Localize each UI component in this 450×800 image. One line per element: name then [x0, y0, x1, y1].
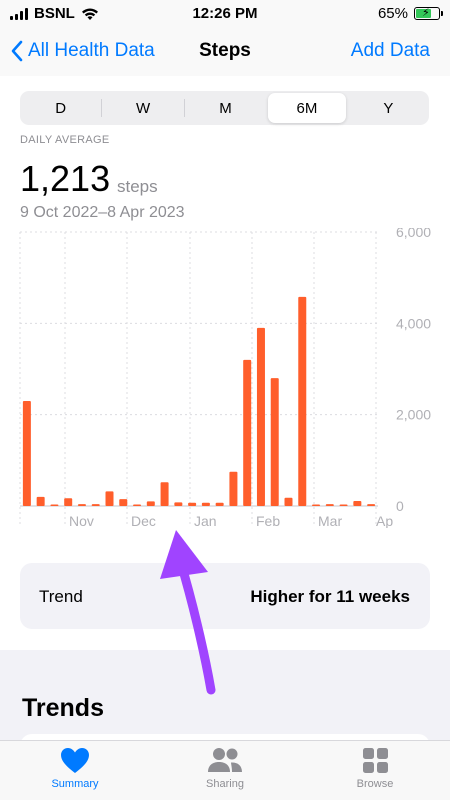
bar [201, 502, 210, 506]
back-button-label: All Health Data [28, 40, 155, 61]
range-tab-y[interactable]: Y [350, 93, 427, 123]
date-range: 9 Oct 2022–8 Apr 2023 [20, 204, 185, 221]
back-button[interactable]: All Health Data [10, 40, 155, 62]
bar [367, 504, 376, 506]
bar [298, 296, 307, 506]
tab-browse[interactable]: Browse [300, 741, 450, 800]
segment-divider [101, 99, 103, 117]
bar [22, 400, 31, 506]
people-icon [208, 748, 242, 772]
steps-card: D W M 6M Y DAILY AVERAGE 1,213 steps 9 O… [0, 76, 450, 650]
trend-row[interactable]: Trend Higher for 11 weeks [20, 563, 430, 629]
y-tick-label: 2,000 [396, 407, 431, 423]
bar [160, 482, 169, 506]
tab-summary-label: Summary [51, 778, 99, 790]
daily-average-unit: steps [117, 177, 158, 196]
bar [36, 496, 45, 506]
battery-percent: 65% [377, 5, 408, 22]
grid-icon [362, 748, 388, 773]
segment-divider [183, 99, 185, 117]
trend-label: Trend [39, 587, 83, 606]
range-tab-m[interactable]: M [187, 93, 264, 123]
heart-icon [61, 748, 89, 773]
steps-bar-chart[interactable]: 6,000 4,000 2,000 0 Nov Dec Jan Feb Mar Ap [0, 228, 450, 528]
bar [133, 504, 142, 506]
daily-average-value: 1,213 [20, 158, 111, 199]
bar [215, 502, 224, 506]
tab-bar: Summary Sharing Browse [0, 740, 450, 800]
bar [312, 504, 321, 506]
tab-sharing[interactable]: Sharing [150, 741, 300, 800]
trend-value: Higher for 11 weeks [250, 587, 410, 606]
navigation-bar: All Health Data Steps Add Data [0, 28, 450, 76]
add-data-button[interactable]: Add Data [351, 40, 430, 62]
status-bar: BSNL 12:26 PM 65% ⚡ [0, 0, 450, 28]
x-tick-label: Jan [194, 513, 217, 528]
y-tick-label: 4,000 [396, 315, 431, 331]
status-right: 65% ⚡ [377, 5, 443, 22]
y-tick-label: 6,000 [396, 228, 431, 240]
chevron-left-icon [11, 40, 23, 62]
tab-sharing-label: Sharing [206, 778, 244, 790]
bar [229, 471, 238, 506]
bar [353, 500, 362, 506]
bar [270, 378, 279, 506]
x-tick-label: Dec [131, 513, 156, 528]
bar [243, 359, 252, 506]
bar [256, 327, 265, 506]
range-segmented-control: D W M 6M Y [20, 91, 429, 125]
range-tab-6m[interactable]: 6M [268, 93, 346, 123]
bar [284, 497, 293, 506]
daily-average-label: DAILY AVERAGE [20, 134, 110, 146]
x-tick-label: Feb [256, 513, 280, 528]
tab-summary[interactable]: Summary [0, 741, 150, 800]
tab-browse-label: Browse [356, 778, 394, 790]
bar [50, 504, 59, 506]
range-tab-d[interactable]: D [22, 93, 99, 123]
range-tab-w[interactable]: W [104, 93, 181, 123]
bar [119, 499, 128, 506]
x-tick-label: Nov [69, 513, 94, 528]
bar [188, 502, 197, 506]
bar [77, 504, 86, 506]
bar [146, 501, 155, 506]
bar [91, 504, 100, 506]
bar [64, 498, 73, 506]
x-tick-label: Mar [318, 513, 342, 528]
y-tick-label: 0 [396, 498, 404, 514]
x-tick-label: Ap [376, 513, 393, 528]
bar [174, 502, 183, 506]
bar [105, 491, 114, 506]
trends-heading: Trends [22, 694, 104, 722]
battery-charging-icon: ⚡ [414, 7, 443, 20]
bar [339, 504, 348, 506]
bar [325, 504, 334, 506]
